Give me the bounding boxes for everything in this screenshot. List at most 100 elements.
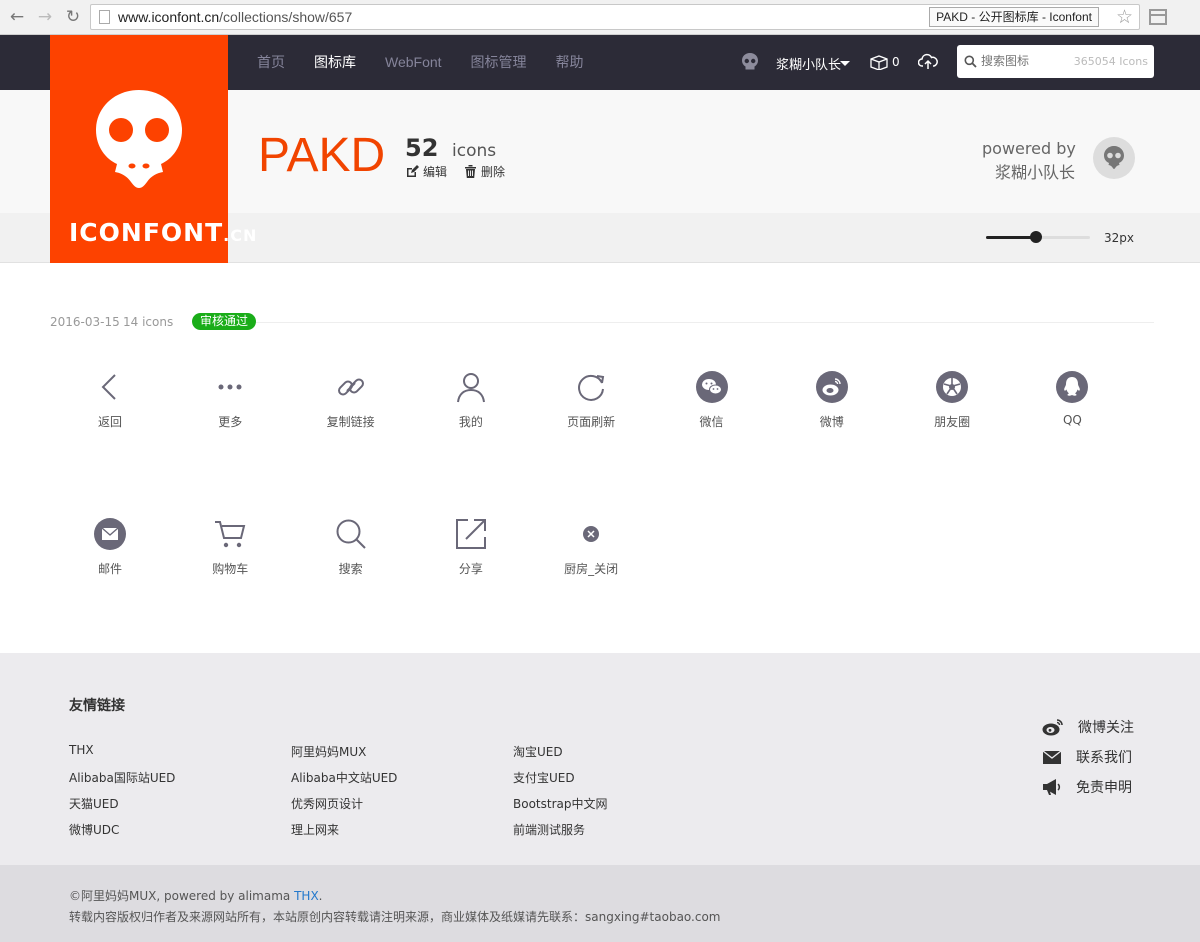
wechat-icon bbox=[695, 371, 728, 403]
footer-link[interactable]: 前端测试服务 bbox=[513, 821, 585, 838]
main-nav: 首页 图标库 WebFont 图标管理 帮助 bbox=[257, 35, 613, 90]
icon-item[interactable]: 搜索 bbox=[291, 518, 411, 598]
author-avatar[interactable] bbox=[1093, 137, 1135, 179]
icon-item[interactable]: 复制链接 bbox=[291, 371, 411, 451]
skull-avatar-icon bbox=[1104, 146, 1124, 169]
size-slider-fill bbox=[986, 236, 1036, 239]
cart-icon bbox=[215, 521, 246, 548]
back-icon[interactable]: ← bbox=[6, 6, 28, 28]
icon-item[interactable]: QQ bbox=[1012, 371, 1132, 451]
nav-item[interactable]: 帮助 bbox=[556, 35, 584, 90]
disclaimer-label: 免责申明 bbox=[1076, 780, 1132, 796]
icon-label: 页面刷新 bbox=[567, 415, 616, 429]
footer-link[interactable]: 阿里妈妈MUX bbox=[291, 743, 366, 760]
footer-link[interactable]: Bootstrap中文网 bbox=[513, 795, 607, 812]
icon-item[interactable]: 朋友圈 bbox=[892, 371, 1012, 451]
browser-toolbar: ← → ↻ www.iconfont.cn/collections/show/6… bbox=[0, 0, 1200, 35]
url-domain: www.iconfont.cn bbox=[118, 9, 220, 25]
icon-item[interactable]: 分享 bbox=[411, 518, 531, 598]
cart-box-icon[interactable] bbox=[870, 55, 888, 70]
edit-button[interactable]: 编辑 bbox=[406, 163, 447, 180]
icon-label: QQ bbox=[1062, 413, 1082, 427]
url-text[interactable]: www.iconfont.cn/collections/show/657 bbox=[118, 9, 352, 25]
weibo-follow-label: 微博关注 bbox=[1078, 720, 1134, 736]
footer-link[interactable]: 理上网来 bbox=[291, 821, 339, 838]
contact-link[interactable]: 联系我们 bbox=[1042, 747, 1132, 767]
extension-icon[interactable] bbox=[1149, 9, 1167, 25]
collection-count-unit: icons bbox=[452, 141, 497, 161]
nav-item[interactable]: 首页 bbox=[257, 35, 285, 90]
weibo-icon bbox=[1042, 719, 1063, 736]
forward-icon[interactable]: → bbox=[34, 6, 56, 28]
footer-link[interactable]: THX bbox=[69, 743, 94, 757]
weibo-icon bbox=[815, 371, 848, 403]
status-badge: 审核通过 bbox=[192, 313, 257, 330]
friend-links-title: 友情链接 bbox=[69, 698, 125, 714]
url-path: /collections/show/657 bbox=[219, 9, 353, 25]
icon-label: 朋友圈 bbox=[934, 415, 971, 429]
icon-item[interactable]: 厨房_关闭 bbox=[531, 518, 651, 598]
copyright-text: ©阿里妈妈MUX, powered by alimama THX. bbox=[69, 887, 323, 904]
icon-item[interactable]: 邮件 bbox=[50, 518, 170, 598]
divider bbox=[256, 322, 1154, 323]
qq-icon bbox=[1056, 371, 1089, 403]
delete-button[interactable]: 删除 bbox=[464, 163, 505, 180]
search-icon-count: 365054 Icons bbox=[1073, 55, 1148, 68]
link-icon bbox=[337, 378, 364, 396]
address-bar[interactable]: www.iconfont.cn/collections/show/657 PAK… bbox=[90, 4, 1140, 30]
search-input[interactable] bbox=[981, 50, 1071, 72]
icon-item[interactable]: 我的 bbox=[411, 371, 531, 451]
logo-text: ICONFONT.CN bbox=[69, 218, 257, 247]
megaphone-icon bbox=[1043, 779, 1061, 795]
footer-link[interactable]: 优秀网页设计 bbox=[291, 795, 363, 812]
search-icon bbox=[964, 55, 977, 68]
arrow-left-icon bbox=[101, 374, 116, 400]
icon-label: 分享 bbox=[458, 562, 483, 576]
nav-item[interactable]: 图标管理 bbox=[471, 35, 527, 90]
logo-text-suffix: .CN bbox=[223, 226, 258, 245]
powered-by-label: powered by bbox=[982, 139, 1076, 158]
footer-link[interactable]: 天猫UED bbox=[69, 795, 119, 812]
footer-link[interactable]: Alibaba国际站UED bbox=[69, 769, 175, 786]
delete-label: 删除 bbox=[481, 165, 506, 179]
copyright-notice: 转载内容版权归作者及来源网站所有，本站原创内容转载请注明来源，商业媒体及纸媒请先… bbox=[69, 910, 721, 924]
thx-link[interactable]: THX bbox=[294, 889, 319, 903]
icon-item[interactable]: 返回 bbox=[50, 371, 170, 451]
footer-link[interactable]: 微博UDC bbox=[69, 821, 119, 838]
nav-item[interactable]: 图标库 bbox=[314, 35, 356, 90]
search-box[interactable]: 365054 Icons bbox=[957, 45, 1154, 78]
footer-link[interactable]: 淘宝UED bbox=[513, 743, 563, 760]
icon-item[interactable]: 微信 bbox=[652, 371, 772, 451]
footer-link[interactable]: 支付宝UED bbox=[513, 769, 575, 786]
username[interactable]: 浆糊小队长 bbox=[776, 54, 841, 73]
bookmark-star-icon[interactable]: ☆ bbox=[1116, 6, 1133, 28]
icon-item[interactable]: 购物车 bbox=[170, 518, 290, 598]
weibo-follow-link[interactable]: 微博关注 bbox=[1042, 717, 1134, 737]
moments-icon bbox=[936, 371, 969, 403]
disclaimer-link[interactable]: 免责申明 bbox=[1042, 777, 1132, 797]
user-avatar-skull-icon[interactable] bbox=[740, 52, 760, 72]
footer-link[interactable]: Alibaba中文站UED bbox=[291, 769, 397, 786]
batch-date: 2016-03-15 bbox=[50, 315, 120, 329]
upload-cloud-icon[interactable] bbox=[918, 53, 938, 71]
icon-label: 厨房_关闭 bbox=[564, 562, 619, 576]
refresh-icon bbox=[578, 374, 605, 401]
edit-label: 编辑 bbox=[423, 165, 448, 179]
icon-item[interactable]: 更多 bbox=[170, 371, 290, 451]
icon-item[interactable]: 页面刷新 bbox=[531, 371, 651, 451]
copyright-suffix: . bbox=[318, 889, 323, 903]
icon-item[interactable]: 微博 bbox=[772, 371, 892, 451]
author-name[interactable]: 浆糊小队长 bbox=[995, 159, 1075, 183]
reload-icon[interactable]: ↻ bbox=[62, 6, 84, 28]
site-logo[interactable]: ICONFONT.CN bbox=[50, 35, 256, 263]
user-icon bbox=[456, 373, 485, 403]
more-icon bbox=[218, 384, 242, 390]
chevron-down-icon[interactable] bbox=[840, 61, 850, 66]
size-slider-handle[interactable] bbox=[1029, 231, 1042, 243]
cart-count: 0 bbox=[892, 55, 900, 69]
logo-text-main: ICONFONT bbox=[69, 218, 224, 247]
icon-label: 我的 bbox=[458, 415, 483, 429]
contact-label: 联系我们 bbox=[1076, 750, 1132, 766]
nav-item[interactable]: WebFont bbox=[385, 35, 442, 90]
batch-count: 14 icons bbox=[123, 315, 174, 329]
